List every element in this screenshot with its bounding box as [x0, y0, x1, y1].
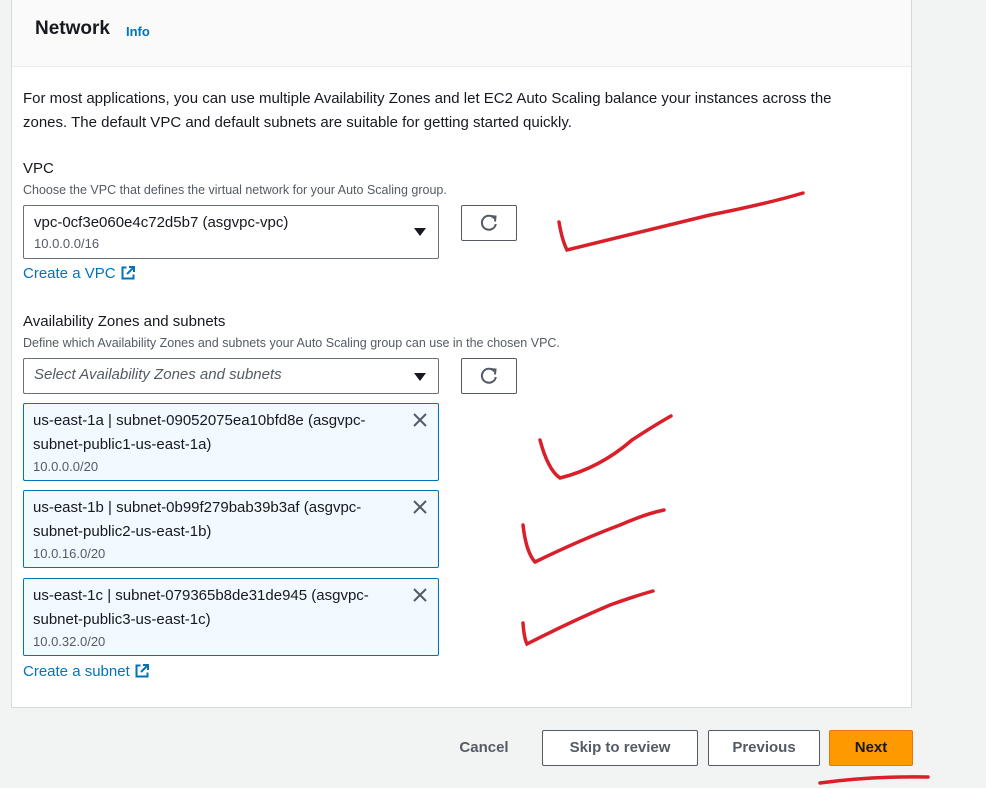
subnet-token-cidr: 10.0.32.0/20	[33, 634, 106, 649]
external-link-icon	[135, 664, 149, 678]
subnet-token: us-east-1c | subnet-079365b8de31de945 (a…	[23, 578, 439, 656]
annotation-underline	[818, 775, 930, 785]
create-vpc-link-label: Create a VPC	[23, 265, 116, 282]
caret-down-icon	[414, 228, 426, 236]
vpc-help-text: Choose the VPC that defines the virtual …	[23, 183, 447, 197]
remove-token-icon[interactable]	[412, 587, 428, 603]
subnet-token-cidr: 10.0.0.0/20	[33, 459, 99, 474]
vpc-label: VPC	[23, 160, 54, 177]
subnets-refresh-button[interactable]	[461, 358, 517, 394]
vpc-refresh-button[interactable]	[461, 205, 517, 241]
refresh-icon	[480, 214, 497, 231]
vpc-select[interactable]: vpc-0cf3e060e4c72d5b7 (asgvpc-vpc) 10.0.…	[23, 205, 439, 259]
skip-to-review-button[interactable]: Skip to review	[542, 730, 698, 766]
next-button[interactable]: Next	[829, 730, 913, 766]
subnet-token-title-cont: subnet-public1-us-east-1a)	[33, 436, 212, 453]
subnet-token-title: us-east-1a | subnet-09052075ea10bfd8e (a…	[33, 412, 366, 429]
subnet-token-title: us-east-1c | subnet-079365b8de31de945 (a…	[33, 587, 369, 604]
vpc-selected-name: vpc-0cf3e060e4c72d5b7 (asgvpc-vpc)	[34, 214, 289, 231]
subnets-help-text: Define which Availability Zones and subn…	[23, 336, 560, 350]
subnet-token: us-east-1a | subnet-09052075ea10bfd8e (a…	[23, 403, 439, 481]
section-description: For most applications, you can use multi…	[23, 90, 832, 131]
subnet-token: us-east-1b | subnet-0b99f279bab39b3af (a…	[23, 490, 439, 568]
remove-token-icon[interactable]	[412, 412, 428, 428]
subnet-token-title-cont: subnet-public3-us-east-1c)	[33, 611, 211, 628]
create-subnet-link[interactable]: Create a subnet	[23, 663, 150, 680]
refresh-icon	[480, 367, 497, 384]
create-vpc-link[interactable]: Create a VPC	[23, 265, 136, 282]
subnet-token-title: us-east-1b | subnet-0b99f279bab39b3af (a…	[33, 499, 362, 516]
vpc-selected-cidr: 10.0.0.0/16	[34, 236, 100, 251]
create-subnet-link-label: Create a subnet	[23, 663, 130, 680]
section-title: Network	[35, 18, 110, 39]
previous-button[interactable]: Previous	[708, 730, 820, 766]
subnet-token-cidr: 10.0.16.0/20	[33, 546, 106, 561]
remove-token-icon[interactable]	[412, 499, 428, 515]
cancel-button[interactable]: Cancel	[440, 730, 528, 766]
external-link-icon	[121, 266, 135, 280]
panel-header: Network Info	[12, 0, 911, 67]
info-link[interactable]: Info	[126, 24, 150, 39]
subnet-token-title-cont: subnet-public2-us-east-1b)	[33, 523, 212, 540]
subnets-label: Availability Zones and subnets	[23, 313, 226, 330]
caret-down-icon	[414, 373, 426, 381]
subnets-select[interactable]: Select Availability Zones and subnets	[23, 358, 439, 394]
subnets-placeholder: Select Availability Zones and subnets	[34, 366, 282, 383]
